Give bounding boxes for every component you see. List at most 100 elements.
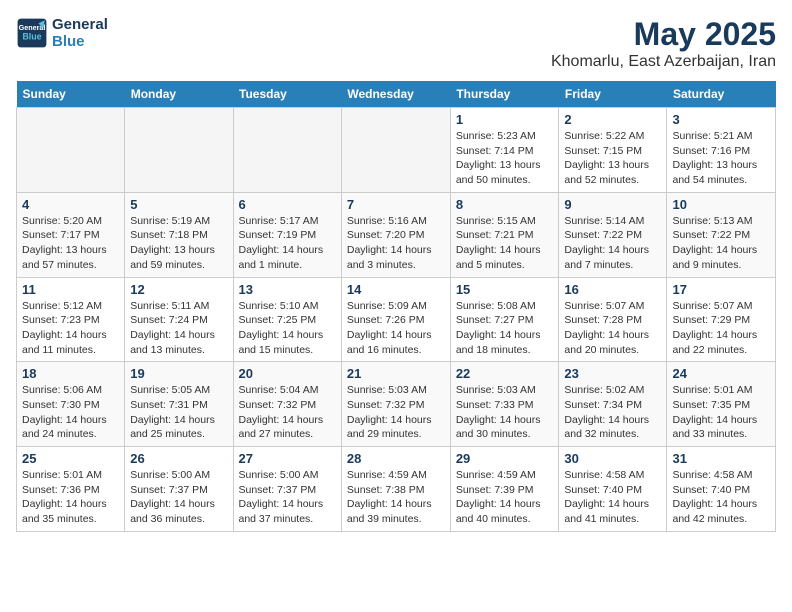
day-info: Sunrise: 4:58 AM Sunset: 7:40 PM Dayligh…: [564, 468, 661, 527]
calendar-cell: 21Sunrise: 5:03 AM Sunset: 7:32 PM Dayli…: [341, 362, 450, 447]
day-number: 12: [130, 282, 227, 297]
weekday-header-sunday: Sunday: [17, 81, 125, 108]
calendar-cell: 15 Sunrise: 5:08 AM Sunset: 7:27 PM Dayli…: [450, 277, 559, 362]
day-number: 31: [672, 451, 770, 466]
day-number: 8: [456, 197, 554, 212]
day-info: Sunrise: 5:09 AM Sunset: 7:26 PM Dayligh…: [347, 299, 445, 358]
day-info: Sunrise: 5:10 AM Sunset: 7:25 PM Dayligh…: [239, 299, 336, 358]
day-info: Sunrise: 5:08 AM Sunset: 7:27 PM Dayligh…: [456, 299, 554, 358]
logo-icon: General Blue: [16, 17, 48, 49]
logo-text: GeneralBlue: [52, 16, 108, 50]
calendar-cell: 27 Sunrise: 5:00 AM Sunset: 7:37 PM Dayli…: [233, 447, 341, 532]
day-info: Sunrise: 5:14 AM Sunset: 7:22 PM Dayligh…: [564, 214, 661, 273]
location-title: Khomarlu, East Azerbaijan, Iran: [551, 53, 776, 71]
day-number: 4: [22, 197, 119, 212]
day-number: 28: [347, 451, 445, 466]
page-header: General Blue GeneralBlue May 2025 Khomar…: [16, 16, 776, 71]
day-number: 21: [347, 366, 445, 381]
day-info: Sunrise: 5:11 AM Sunset: 7:24 PM Dayligh…: [130, 299, 227, 358]
day-number: 7: [347, 197, 445, 212]
weekday-header-wednesday: Wednesday: [341, 81, 450, 108]
day-number: 27: [239, 451, 336, 466]
calendar-cell: 31 Sunrise: 4:58 AM Sunset: 7:40 PM Dayli…: [667, 447, 776, 532]
calendar-cell: 7 Sunrise: 5:16 AM Sunset: 7:20 PM Daylig…: [341, 192, 450, 277]
calendar-cell: 28Sunrise: 4:59 AM Sunset: 7:38 PM Dayli…: [341, 447, 450, 532]
day-info: Sunrise: 5:04 AM Sunset: 7:32 PM Dayligh…: [239, 383, 336, 442]
day-info: Sunrise: 5:00 AM Sunset: 7:37 PM Dayligh…: [130, 468, 227, 527]
day-info: Sunrise: 5:23 AM Sunset: 7:14 PM Dayligh…: [456, 129, 554, 188]
calendar-cell: 18Sunrise: 5:06 AM Sunset: 7:30 PM Dayli…: [17, 362, 125, 447]
calendar-cell: [233, 108, 341, 193]
day-info: Sunrise: 5:19 AM Sunset: 7:18 PM Dayligh…: [130, 214, 227, 273]
day-number: 2: [564, 112, 661, 127]
calendar-cell: 10Sunrise: 5:13 AM Sunset: 7:22 PM Dayli…: [667, 192, 776, 277]
day-number: 24: [672, 366, 770, 381]
calendar-cell: 17 Sunrise: 5:07 AM Sunset: 7:29 PM Dayli…: [667, 277, 776, 362]
calendar-week-3: 11Sunrise: 5:12 AM Sunset: 7:23 PM Dayli…: [17, 277, 776, 362]
day-info: Sunrise: 5:07 AM Sunset: 7:28 PM Dayligh…: [564, 299, 661, 358]
day-info: Sunrise: 4:58 AM Sunset: 7:40 PM Dayligh…: [672, 468, 770, 527]
calendar-cell: 25Sunrise: 5:01 AM Sunset: 7:36 PM Dayli…: [17, 447, 125, 532]
calendar-week-1: 1 Sunrise: 5:23 AM Sunset: 7:14 PM Daylig…: [17, 108, 776, 193]
day-info: Sunrise: 5:05 AM Sunset: 7:31 PM Dayligh…: [130, 383, 227, 442]
calendar-cell: 24 Sunrise: 5:01 AM Sunset: 7:35 PM Dayli…: [667, 362, 776, 447]
calendar-cell: 12 Sunrise: 5:11 AM Sunset: 7:24 PM Dayli…: [125, 277, 233, 362]
day-number: 19: [130, 366, 227, 381]
weekday-header-tuesday: Tuesday: [233, 81, 341, 108]
calendar-cell: 2 Sunrise: 5:22 AM Sunset: 7:15 PM Daylig…: [559, 108, 667, 193]
day-number: 11: [22, 282, 119, 297]
month-title: May 2025: [551, 16, 776, 53]
calendar-cell: 13Sunrise: 5:10 AM Sunset: 7:25 PM Dayli…: [233, 277, 341, 362]
day-number: 16: [564, 282, 661, 297]
calendar-cell: 29Sunrise: 4:59 AM Sunset: 7:39 PM Dayli…: [450, 447, 559, 532]
day-info: Sunrise: 5:16 AM Sunset: 7:20 PM Dayligh…: [347, 214, 445, 273]
calendar-table: SundayMondayTuesdayWednesdayThursdayFrid…: [16, 81, 776, 532]
day-info: Sunrise: 5:20 AM Sunset: 7:17 PM Dayligh…: [22, 214, 119, 273]
calendar-cell: 9Sunrise: 5:14 AM Sunset: 7:22 PM Daylig…: [559, 192, 667, 277]
calendar-week-2: 4 Sunrise: 5:20 AM Sunset: 7:17 PM Daylig…: [17, 192, 776, 277]
day-info: Sunrise: 5:21 AM Sunset: 7:16 PM Dayligh…: [672, 129, 770, 188]
day-number: 10: [672, 197, 770, 212]
calendar-cell: 6 Sunrise: 5:17 AM Sunset: 7:19 PM Daylig…: [233, 192, 341, 277]
weekday-header-monday: Monday: [125, 81, 233, 108]
day-info: Sunrise: 5:07 AM Sunset: 7:29 PM Dayligh…: [672, 299, 770, 358]
day-number: 6: [239, 197, 336, 212]
calendar-cell: 22 Sunrise: 5:03 AM Sunset: 7:33 PM Dayli…: [450, 362, 559, 447]
calendar-cell: 14 Sunrise: 5:09 AM Sunset: 7:26 PM Dayli…: [341, 277, 450, 362]
weekday-header-friday: Friday: [559, 81, 667, 108]
day-info: Sunrise: 5:15 AM Sunset: 7:21 PM Dayligh…: [456, 214, 554, 273]
calendar-cell: 11Sunrise: 5:12 AM Sunset: 7:23 PM Dayli…: [17, 277, 125, 362]
day-number: 14: [347, 282, 445, 297]
day-info: Sunrise: 5:22 AM Sunset: 7:15 PM Dayligh…: [564, 129, 661, 188]
day-info: Sunrise: 5:06 AM Sunset: 7:30 PM Dayligh…: [22, 383, 119, 442]
calendar-cell: 16 Sunrise: 5:07 AM Sunset: 7:28 PM Dayli…: [559, 277, 667, 362]
day-number: 17: [672, 282, 770, 297]
day-number: 15: [456, 282, 554, 297]
day-number: 5: [130, 197, 227, 212]
day-info: Sunrise: 5:01 AM Sunset: 7:35 PM Dayligh…: [672, 383, 770, 442]
day-info: Sunrise: 5:02 AM Sunset: 7:34 PM Dayligh…: [564, 383, 661, 442]
calendar-week-5: 25Sunrise: 5:01 AM Sunset: 7:36 PM Dayli…: [17, 447, 776, 532]
day-number: 25: [22, 451, 119, 466]
day-number: 20: [239, 366, 336, 381]
day-number: 1: [456, 112, 554, 127]
day-number: 23: [564, 366, 661, 381]
day-number: 22: [456, 366, 554, 381]
calendar-cell: [341, 108, 450, 193]
calendar-cell: 23 Sunrise: 5:02 AM Sunset: 7:34 PM Dayli…: [559, 362, 667, 447]
title-area: May 2025 Khomarlu, East Azerbaijan, Iran: [551, 16, 776, 71]
calendar-cell: 30Sunrise: 4:58 AM Sunset: 7:40 PM Dayli…: [559, 447, 667, 532]
logo: General Blue GeneralBlue: [16, 16, 108, 50]
day-number: 29: [456, 451, 554, 466]
day-number: 26: [130, 451, 227, 466]
calendar-cell: 20 Sunrise: 5:04 AM Sunset: 7:32 PM Dayli…: [233, 362, 341, 447]
calendar-cell: 4 Sunrise: 5:20 AM Sunset: 7:17 PM Daylig…: [17, 192, 125, 277]
calendar-cell: [125, 108, 233, 193]
day-info: Sunrise: 5:17 AM Sunset: 7:19 PM Dayligh…: [239, 214, 336, 273]
day-info: Sunrise: 5:03 AM Sunset: 7:33 PM Dayligh…: [456, 383, 554, 442]
svg-text:Blue: Blue: [22, 31, 41, 41]
calendar-cell: 19 Sunrise: 5:05 AM Sunset: 7:31 PM Dayli…: [125, 362, 233, 447]
calendar-cell: 1 Sunrise: 5:23 AM Sunset: 7:14 PM Daylig…: [450, 108, 559, 193]
calendar-week-4: 18Sunrise: 5:06 AM Sunset: 7:30 PM Dayli…: [17, 362, 776, 447]
day-info: Sunrise: 5:00 AM Sunset: 7:37 PM Dayligh…: [239, 468, 336, 527]
